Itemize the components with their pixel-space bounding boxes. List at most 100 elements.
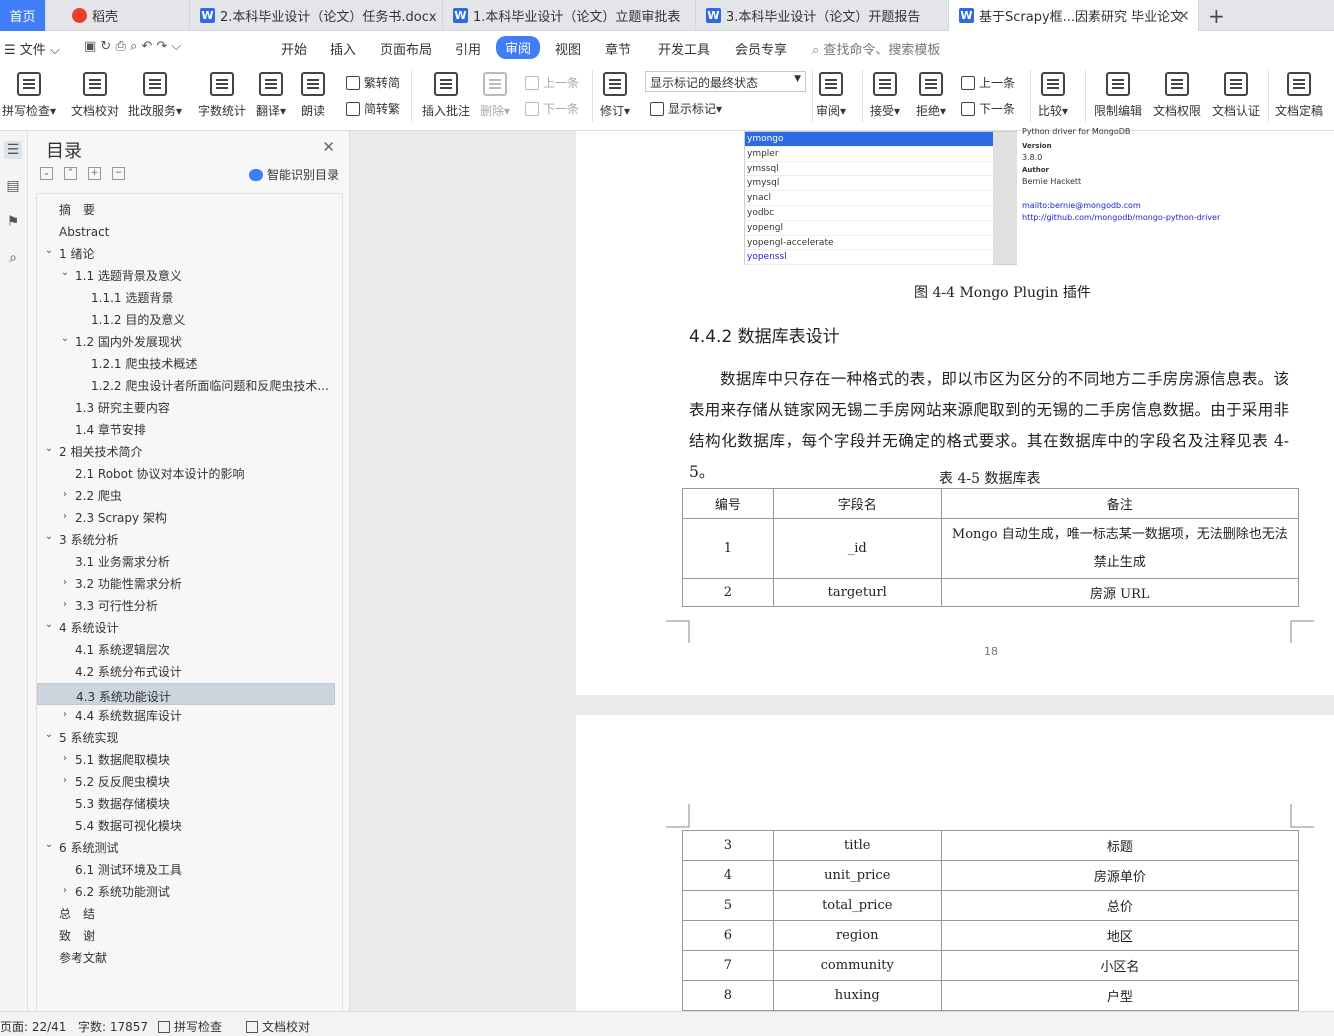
- add-heading-icon[interactable]: +: [88, 167, 101, 180]
- chevron-right-icon[interactable]: ›: [59, 599, 71, 610]
- tab-doc-approval[interactable]: W 1.本科毕业设计（论文）立题审批表: [443, 0, 696, 31]
- file-menu[interactable]: ☰ 文件 ⌵: [4, 39, 60, 58]
- chevron-down-icon[interactable]: ⌄: [59, 267, 71, 278]
- tab-doc-proposal[interactable]: W 3.本科毕业设计（论文）开题报告: [696, 0, 949, 31]
- menu-view[interactable]: 视图: [555, 39, 581, 58]
- toc-item[interactable]: 1.4 章节安排: [37, 419, 335, 441]
- toc-item[interactable]: 2.2 爬虫: [37, 485, 335, 507]
- command-search[interactable]: ⌕ 查找命令、搜索模板: [812, 39, 940, 58]
- quick-access-icons[interactable]: ▣ ↻ ⎙ ⌕ ↶ ↷ ⌵: [84, 39, 181, 54]
- menu-insert[interactable]: 插入: [330, 39, 356, 58]
- smart-toc-button[interactable]: 智能识别目录: [248, 166, 339, 183]
- show-markup-button[interactable]: 显示标记 ▾: [650, 100, 722, 117]
- toc-item[interactable]: 1.2 国内外发展现状: [37, 331, 335, 353]
- track-changes-button[interactable]: 修订▾: [600, 72, 630, 119]
- proofread-status[interactable]: 文档校对: [246, 1018, 310, 1035]
- review-service-button[interactable]: 批改服务▾: [128, 72, 182, 119]
- toc-item[interactable]: 4 系统设计: [37, 617, 335, 639]
- review-pane-button[interactable]: 审阅▾: [816, 72, 846, 119]
- menu-layout[interactable]: 页面布局: [380, 39, 432, 58]
- tab-docer[interactable]: 稻壳: [62, 0, 190, 31]
- toc-item[interactable]: 3.1 业务需求分析: [37, 551, 335, 573]
- bookmark-icon[interactable]: ⚑: [4, 213, 22, 231]
- toc-item[interactable]: 1 绪论: [37, 243, 335, 265]
- menu-reference[interactable]: 引用: [455, 39, 481, 58]
- toc-item[interactable]: 1.1 选题背景及意义: [37, 265, 335, 287]
- toc-item[interactable]: 5.1 数据爬取模块: [37, 749, 335, 771]
- toc-panel-icon[interactable]: ☰: [4, 141, 22, 159]
- toc-item[interactable]: 4.2 系统分布式设计: [37, 661, 335, 683]
- spell-check-status[interactable]: 拼写检查: [158, 1018, 222, 1035]
- toc-item[interactable]: 2 相关技术简介: [37, 441, 335, 463]
- chevron-down-icon[interactable]: ⌄: [59, 333, 71, 344]
- spell-check-button[interactable]: 拼写检查▾: [2, 72, 56, 119]
- menu-devtools[interactable]: 开发工具: [658, 39, 710, 58]
- toc-item[interactable]: 致 谢: [37, 925, 335, 947]
- tab-doc-thesis[interactable]: W 基于Scrapy框...因素研究 毕业论文 ✕: [949, 0, 1199, 31]
- chevron-right-icon[interactable]: ›: [59, 709, 71, 720]
- display-state-select[interactable]: 显示标记的最终状态 ▼: [645, 71, 806, 92]
- compare-button[interactable]: 比较▾: [1038, 72, 1068, 119]
- toc-item[interactable]: 3 系统分析: [37, 529, 335, 551]
- chevron-right-icon[interactable]: ›: [59, 577, 71, 588]
- remove-heading-icon[interactable]: −: [112, 167, 125, 180]
- toc-item[interactable]: 4.3 系统功能设计: [37, 683, 335, 705]
- toc-item[interactable]: 6.2 系统功能测试: [37, 881, 335, 903]
- menu-review[interactable]: 审阅: [496, 36, 541, 59]
- word-count-button[interactable]: 字数统计: [198, 72, 246, 119]
- delete-comment-button[interactable]: 删除▾: [480, 72, 510, 119]
- toc-item[interactable]: 总 结: [37, 903, 335, 925]
- toc-item[interactable]: 1.2.1 爬虫技术概述: [37, 353, 335, 375]
- page-indicator[interactable]: 页面: 22/41: [0, 1018, 66, 1035]
- chevron-down-icon[interactable]: ⌄: [43, 443, 55, 454]
- toc-item[interactable]: 5.2 反反爬虫模块: [37, 771, 335, 793]
- toc-item[interactable]: 1.2.2 爬虫设计者所面临问题和反爬虫技术...: [37, 375, 335, 397]
- accept-change-button[interactable]: 接受▾: [870, 72, 900, 119]
- read-aloud-button[interactable]: 朗读: [301, 72, 325, 119]
- next-comment-button[interactable]: 下一条: [525, 100, 579, 117]
- chevron-right-icon[interactable]: ›: [59, 511, 71, 522]
- find-icon[interactable]: ⌕: [4, 249, 22, 267]
- next-change-button[interactable]: 下一条: [961, 100, 1015, 117]
- prev-comment-button[interactable]: 上一条: [525, 74, 579, 91]
- toc-item[interactable]: 5.3 数据存储模块: [37, 793, 335, 815]
- toc-item[interactable]: Abstract: [37, 221, 335, 243]
- finalize-doc-button[interactable]: 文档定稿: [1275, 72, 1323, 119]
- menu-start[interactable]: 开始: [281, 39, 307, 58]
- chevron-down-icon[interactable]: ⌄: [43, 245, 55, 256]
- nav-panel-icon[interactable]: ▤: [4, 177, 22, 195]
- toc-item[interactable]: 1.1.2 目的及意义: [37, 309, 335, 331]
- chevron-down-icon[interactable]: ⌄: [43, 729, 55, 740]
- close-icon[interactable]: ✕: [322, 138, 335, 156]
- proofread-button[interactable]: 文档校对: [71, 72, 119, 119]
- toc-item[interactable]: 摘 要: [37, 199, 335, 221]
- toc-item[interactable]: 1.3 研究主要内容: [37, 397, 335, 419]
- toc-item[interactable]: 5 系统实现: [37, 727, 335, 749]
- reject-change-button[interactable]: 拒绝▾: [916, 72, 946, 119]
- doc-cert-button[interactable]: 文档认证: [1212, 72, 1260, 119]
- insert-comment-button[interactable]: 插入批注: [422, 72, 470, 119]
- chevron-right-icon[interactable]: ›: [59, 885, 71, 896]
- toc-item[interactable]: 4.1 系统逻辑层次: [37, 639, 335, 661]
- toc-item[interactable]: 3.2 功能性需求分析: [37, 573, 335, 595]
- trad-to-simp-button[interactable]: 繁转简: [346, 74, 400, 91]
- toc-item[interactable]: 5.4 数据可视化模块: [37, 815, 335, 837]
- chevron-down-icon[interactable]: ⌄: [43, 531, 55, 542]
- close-tab-icon[interactable]: ✕: [1177, 7, 1190, 25]
- menu-member[interactable]: 会员专享: [735, 39, 787, 58]
- prev-change-button[interactable]: 上一条: [961, 74, 1015, 91]
- translate-button[interactable]: 翻译▾: [256, 72, 286, 119]
- chevron-right-icon[interactable]: ›: [59, 753, 71, 764]
- collapse-all-icon[interactable]: ⌃: [64, 167, 77, 180]
- toc-item[interactable]: 6.1 测试环境及工具: [37, 859, 335, 881]
- toc-item[interactable]: 3.3 可行性分析: [37, 595, 335, 617]
- doc-rights-button[interactable]: 文档权限: [1153, 72, 1201, 119]
- toc-item[interactable]: 1.1.1 选题背景: [37, 287, 335, 309]
- chevron-right-icon[interactable]: ›: [59, 489, 71, 500]
- toc-item[interactable]: 2.3 Scrapy 架构: [37, 507, 335, 529]
- chevron-down-icon[interactable]: ⌄: [43, 839, 55, 850]
- tab-home[interactable]: 首页: [0, 0, 46, 31]
- chevron-right-icon[interactable]: ›: [59, 775, 71, 786]
- word-count-status[interactable]: 字数: 17857: [78, 1018, 148, 1035]
- chevron-down-icon[interactable]: ⌄: [43, 619, 55, 630]
